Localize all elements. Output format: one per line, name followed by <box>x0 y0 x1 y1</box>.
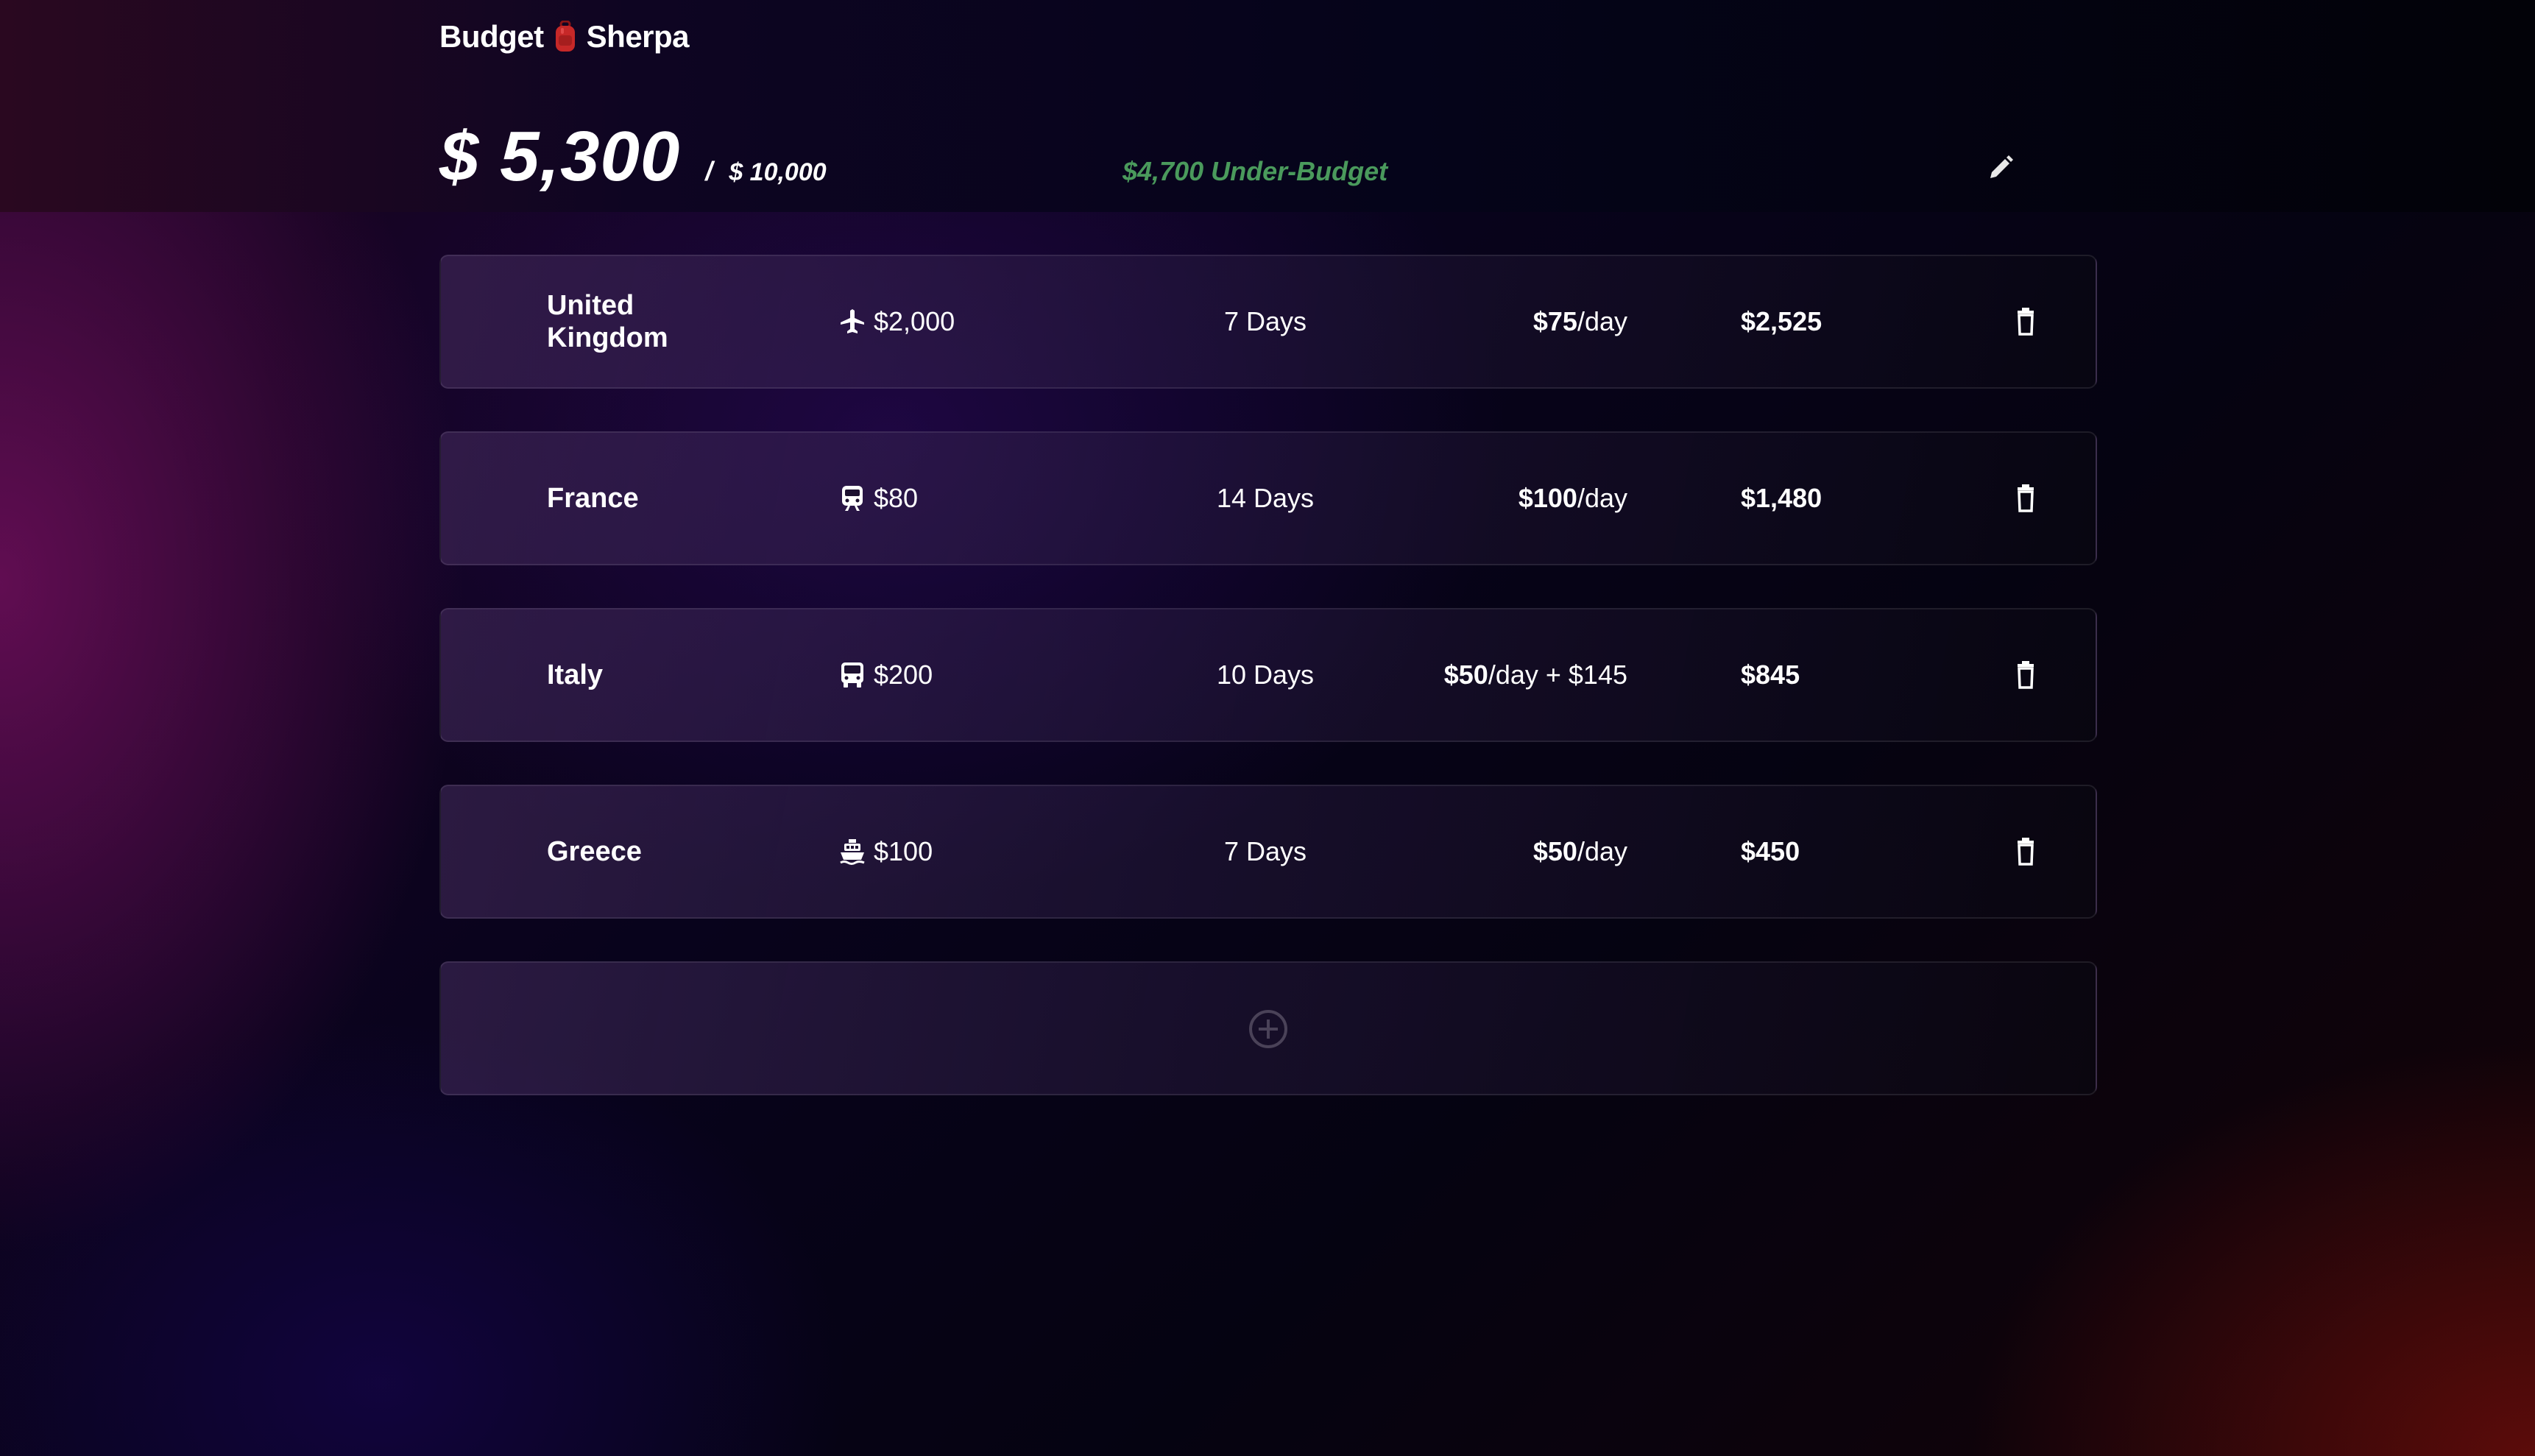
rate-amount: $50 <box>1443 660 1488 690</box>
trip-daily-rate: $50/day + $145 <box>1444 609 1627 741</box>
trash-icon[interactable] <box>2013 307 2038 336</box>
trip-list: United Kingdom $2,000 7 Days $75/day $2,… <box>439 255 2097 1095</box>
trip-transport: $80 <box>838 433 918 564</box>
trip-total: $1,480 <box>1741 483 1822 513</box>
trash-icon[interactable] <box>2013 837 2038 866</box>
trip-row: France $80 14 Days $100/day $1,480 <box>439 431 2097 565</box>
trip-country: Greece <box>547 836 642 867</box>
trip-row: United Kingdom $2,000 7 Days $75/day $2,… <box>439 255 2097 389</box>
backpack-icon <box>555 21 575 52</box>
trip-country: Italy <box>547 660 604 690</box>
total-spent: $ 5,300 <box>439 117 681 196</box>
ferry-icon <box>840 839 865 865</box>
trip-total: $450 <box>1741 836 1800 866</box>
brand-name-budget: Budget <box>439 19 544 54</box>
trip-row: Greece $100 7 Days $50/day $450 <box>439 785 2097 919</box>
trip-daily-rate: $100/day <box>1518 433 1627 564</box>
trip-transport: $200 <box>838 609 933 741</box>
budget-summary: $ 5,300 / $ 10,000 <box>439 116 827 197</box>
rate-suffix: /day + $145 <box>1488 660 1627 690</box>
budget-separator: / <box>705 156 713 186</box>
brand-name-sherpa: Sherpa <box>586 19 690 54</box>
trip-country: United Kingdom <box>547 290 668 353</box>
pencil-icon[interactable] <box>1984 152 2017 184</box>
airplane-icon <box>841 309 864 333</box>
trip-transport: $2,000 <box>838 256 955 387</box>
trip-total: $845 <box>1741 660 1800 690</box>
transport-cost: $200 <box>874 660 933 690</box>
trip-total: $2,525 <box>1741 306 1822 336</box>
trip-days: 7 Days <box>1223 306 1307 336</box>
trash-icon[interactable] <box>2013 484 2038 513</box>
rate-amount: $50 <box>1532 836 1577 866</box>
transport-cost: $80 <box>874 483 919 513</box>
bus-icon <box>841 662 863 688</box>
trip-transport: $100 <box>838 786 933 917</box>
budget-status: $4,700 Under-Budget <box>1122 156 1388 186</box>
trip-country: France <box>547 483 639 514</box>
plus-circle-icon[interactable] <box>1248 1008 1289 1050</box>
rate-amount: $100 <box>1518 483 1577 513</box>
transport-cost: $100 <box>874 836 933 866</box>
rate-suffix: /day <box>1577 836 1627 866</box>
rate-amount: $75 <box>1532 306 1577 336</box>
transport-cost: $2,000 <box>874 306 955 336</box>
train-icon <box>842 486 863 511</box>
brand-logo: Budget Sherpa <box>439 19 690 54</box>
trip-daily-rate: $75/day <box>1533 256 1627 387</box>
rate-suffix: /day <box>1577 306 1627 336</box>
trip-daily-rate: $50/day <box>1533 786 1627 917</box>
add-trip-button[interactable] <box>439 961 2097 1095</box>
rate-suffix: /day <box>1577 483 1627 513</box>
trip-days: 10 Days <box>1216 660 1315 690</box>
budget-limit: $ 10,000 <box>729 158 827 186</box>
trip-days: 14 Days <box>1216 483 1315 513</box>
trash-icon[interactable] <box>2013 660 2038 690</box>
trip-days: 7 Days <box>1223 836 1307 866</box>
trip-row: Italy $200 10 Days $50/day + $145 $845 <box>439 608 2097 742</box>
